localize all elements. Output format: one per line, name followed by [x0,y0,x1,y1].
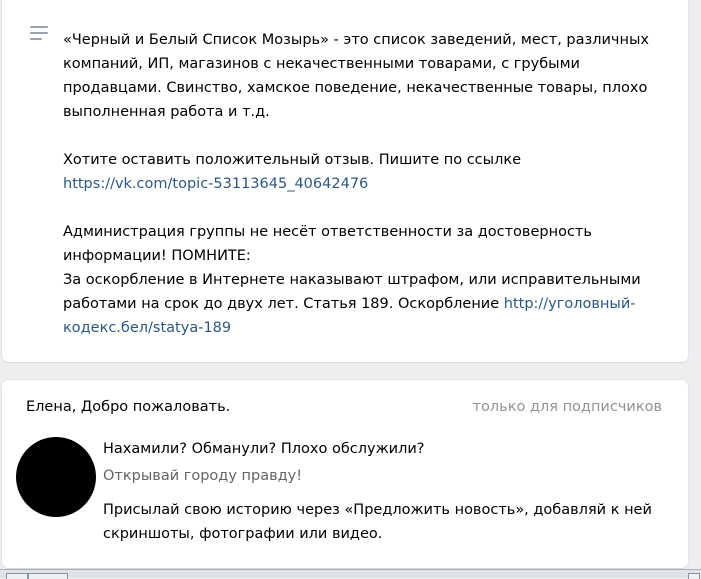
description-paragraph: За оскорбление в Интернете наказывают шт… [63,268,663,340]
welcome-message: Нахамили? Обманули? Плохо обслужили? Отк… [103,437,663,546]
topic-link[interactable]: https://vk.com/topic-53113645_40642476 [63,176,368,192]
review-prompt: Хотите оставить положительный отзыв. Пиш… [63,152,522,168]
taskbar-button[interactable] [28,573,68,579]
disclaimer-text: Администрация группы не несёт ответствен… [63,224,592,264]
subscribers-only-label: только для подписчиков [472,399,662,415]
welcome-title: Елена, Добро пожаловать. [26,399,231,415]
welcome-subline: Открывай городу правду! [103,468,303,484]
menu-lines-icon [30,26,50,40]
taskbar-button[interactable] [6,573,28,579]
welcome-card: Елена, Добро пожаловать. только для подп… [2,380,688,568]
welcome-line: Нахамили? Обманули? Плохо обслужили? [103,441,425,457]
welcome-instructions: Присылай свою историю через «Предложить … [103,502,652,542]
description-paragraph: «Черный и Белый Список Мозырь» - это спи… [63,32,649,120]
group-description: «Черный и Белый Список Мозырь» - это спи… [63,28,663,340]
taskbar-button[interactable] [688,573,700,579]
description-paragraph: Хотите оставить положительный отзыв. Пиш… [63,148,663,196]
group-description-card: «Черный и Белый Список Мозырь» - это спи… [2,0,688,362]
avatar[interactable] [16,437,96,517]
